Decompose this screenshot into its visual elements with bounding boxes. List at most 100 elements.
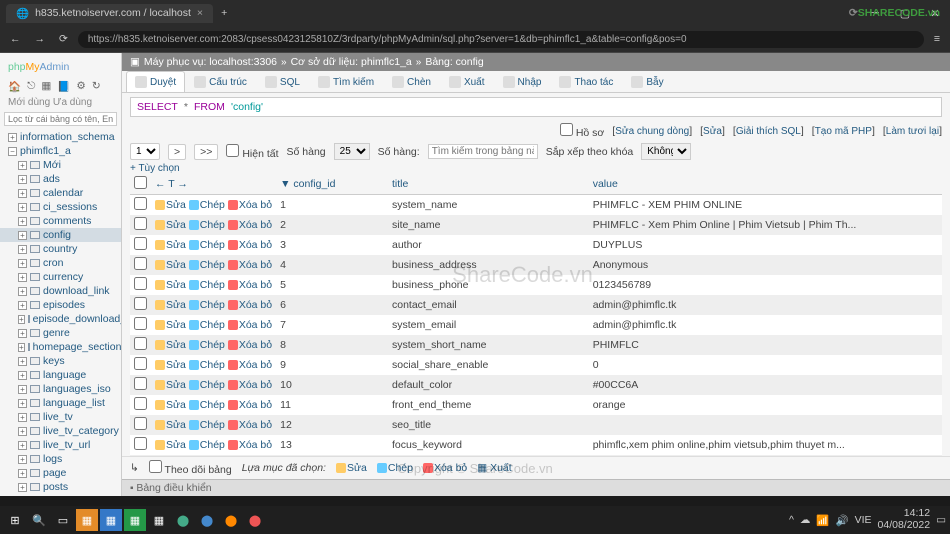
table-item[interactable]: + comments (0, 214, 121, 228)
tray-icon[interactable]: ^ (789, 514, 794, 526)
table-item[interactable]: + config (0, 228, 121, 242)
breadcrumb-table[interactable]: Bảng: config (425, 56, 483, 68)
table-item[interactable]: + logs (0, 452, 121, 466)
cell-id[interactable]: 2 (276, 215, 388, 235)
cell-title[interactable]: system_email (388, 315, 589, 335)
row-copy[interactable]: Chép (189, 379, 225, 391)
row-delete[interactable]: Xóa bỏ (228, 219, 272, 231)
row-delete[interactable]: Xóa bỏ (228, 419, 272, 431)
start-button[interactable]: ⊞ (4, 509, 26, 531)
row-edit[interactable]: Sửa (155, 419, 186, 431)
col-config-id[interactable]: ▼ config_id (276, 174, 388, 195)
cell-value[interactable]: PHIMFLC - Xem Phim Online | Phim Vietsub… (589, 215, 942, 235)
table-item[interactable]: + page (0, 466, 121, 480)
cell-id[interactable]: 10 (276, 375, 388, 395)
cell-title[interactable]: site_name (388, 215, 589, 235)
row-checkbox[interactable] (134, 337, 147, 350)
cell-title[interactable]: business_address (388, 255, 589, 275)
search-button[interactable]: 🔍 (28, 509, 50, 531)
content-tab[interactable]: Xuất (440, 71, 494, 92)
row-checkbox[interactable] (134, 217, 147, 230)
cell-id[interactable]: 1 (276, 195, 388, 216)
row-checkbox[interactable] (134, 397, 147, 410)
row-edit[interactable]: Sửa (155, 239, 186, 251)
table-item[interactable]: + ads (0, 172, 121, 186)
row-copy[interactable]: Chép (189, 339, 225, 351)
cell-title[interactable]: contact_email (388, 295, 589, 315)
row-checkbox[interactable] (134, 297, 147, 310)
row-copy[interactable]: Chép (189, 239, 225, 251)
refresh-link[interactable]: Làm tươi lại (886, 126, 939, 137)
table-item[interactable]: + episode_download_link (0, 312, 121, 326)
table-item[interactable]: + posts (0, 480, 121, 494)
select-all-checkbox[interactable] (134, 176, 147, 189)
cell-title[interactable]: system_short_name (388, 335, 589, 355)
table-item[interactable]: + keys (0, 354, 121, 368)
row-delete[interactable]: Xóa bỏ (228, 299, 272, 311)
content-tab[interactable]: Thao tác (550, 71, 622, 92)
content-tab[interactable]: Nhập (494, 71, 551, 92)
close-icon[interactable]: × (197, 7, 203, 19)
bulk-export-button[interactable]: ▦ Xuất (477, 462, 511, 474)
cell-title[interactable]: system_name (388, 195, 589, 216)
cell-id[interactable]: 5 (276, 275, 388, 295)
rows-select[interactable]: 25 (334, 143, 370, 160)
cell-value[interactable] (589, 415, 942, 435)
row-copy[interactable]: Chép (189, 299, 225, 311)
row-edit[interactable]: Sửa (155, 379, 186, 391)
row-checkbox[interactable] (134, 377, 147, 390)
cell-id[interactable]: 9 (276, 355, 388, 375)
taskbar-app[interactable]: ⬤ (196, 509, 218, 531)
network-icon[interactable]: 📶 (816, 514, 829, 527)
row-copy[interactable]: Chép (189, 319, 225, 331)
bulk-edit-button[interactable]: Sửa (336, 462, 367, 474)
table-item[interactable]: + ci_sessions (0, 200, 121, 214)
table-item[interactable]: + language (0, 368, 121, 382)
table-item[interactable]: + genre (0, 326, 121, 340)
cell-id[interactable]: 8 (276, 335, 388, 355)
sort-select[interactable]: Không (641, 143, 691, 160)
row-copy[interactable]: Chép (189, 279, 225, 291)
edit-link[interactable]: Sửa (703, 126, 722, 137)
home-icon[interactable]: 🏠 (8, 80, 21, 93)
cell-value[interactable]: phimflc,xem phim online,phim vietsub,phi… (589, 435, 942, 455)
taskbar-app[interactable]: ⬤ (172, 509, 194, 531)
php-link[interactable]: Tạo mã PHP (815, 126, 872, 137)
table-item[interactable]: + cron (0, 256, 121, 270)
row-delete[interactable]: Xóa bỏ (228, 319, 272, 331)
cell-title[interactable]: focus_keyword (388, 435, 589, 455)
db-item[interactable]: + information_schema (0, 130, 121, 144)
page-select[interactable]: 1 (130, 143, 160, 160)
last-page-button[interactable]: >> (194, 144, 218, 160)
row-edit[interactable]: Sửa (155, 279, 186, 291)
row-checkbox[interactable] (134, 437, 147, 450)
options-toggle[interactable]: + Tùy chọn (130, 163, 180, 174)
cell-id[interactable]: 6 (276, 295, 388, 315)
content-tab[interactable]: Duyệt (126, 71, 185, 92)
taskbar-app[interactable]: ⬤ (220, 509, 242, 531)
cell-id[interactable]: 3 (276, 235, 388, 255)
console-toggle[interactable]: ▪ Bảng điều khiển (122, 479, 950, 496)
col-title[interactable]: title (388, 174, 589, 195)
row-copy[interactable]: Chép (189, 199, 225, 211)
cell-value[interactable]: 0123456789 (589, 275, 942, 295)
taskbar-app[interactable]: ▦ (124, 509, 146, 531)
cell-value[interactable]: 0 (589, 355, 942, 375)
table-item[interactable]: + post_category (0, 494, 121, 496)
cell-value[interactable]: PHIMFLC - XEM PHIM ONLINE (589, 195, 942, 216)
row-edit[interactable]: Sửa (155, 439, 186, 451)
table-item[interactable]: + episodes (0, 298, 121, 312)
logout-icon[interactable]: ⎋ (27, 80, 35, 93)
taskbar-app[interactable]: ⬤ (244, 509, 266, 531)
row-checkbox[interactable] (134, 417, 147, 430)
notifications-button[interactable]: ▭ (936, 514, 946, 526)
bulk-delete-button[interactable]: Xóa bỏ (423, 462, 467, 474)
row-checkbox[interactable] (134, 197, 147, 210)
cell-value[interactable]: admin@phimflc.tk (589, 295, 942, 315)
new-tab-button[interactable]: + (221, 7, 227, 19)
settings-icon[interactable]: ⚙ (76, 80, 85, 93)
row-checkbox[interactable] (134, 277, 147, 290)
clock[interactable]: 14:1204/08/2022 (878, 508, 931, 531)
volume-icon[interactable]: 🔊 (836, 514, 849, 527)
table-item[interactable]: + live_tv (0, 410, 121, 424)
